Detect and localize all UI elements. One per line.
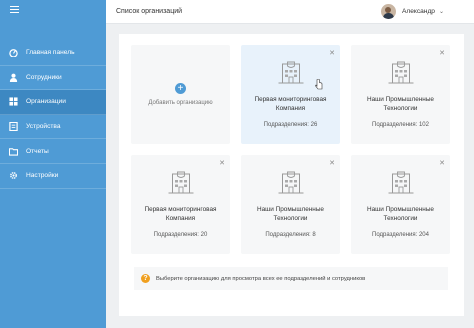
building-icon <box>278 171 303 194</box>
chevron-down-icon: ⌄ <box>438 9 444 15</box>
organizations-panel: + Добавить организацию ✕ Первая монитори… <box>119 34 464 316</box>
dashboard-icon <box>9 48 18 58</box>
sidebar-item-reports[interactable]: Отчеты <box>0 139 106 164</box>
user-name: Александр <box>401 8 435 15</box>
organization-name: Первая мониторинговая Компания <box>254 96 327 112</box>
organization-divisions: Подразделения: 102 <box>372 122 429 128</box>
organization-card[interactable]: ✕ Наши Промышленные Технологии Подраздел… <box>351 45 450 144</box>
top-bar: Список организаций Александр ⌄ <box>106 0 474 24</box>
organization-name: Первая мониторинговая Компания <box>144 206 217 222</box>
organization-divisions: Подразделения: 20 <box>153 232 208 238</box>
organization-card[interactable]: ✕ Наши Промышленные Технологии Подраздел… <box>241 155 340 254</box>
avatar <box>380 4 396 19</box>
close-icon[interactable]: ✕ <box>439 159 445 167</box>
sidebar-item-dashboard[interactable]: Главная панель <box>0 41 106 66</box>
question-icon: ? <box>141 274 150 283</box>
organization-divisions: Подразделения: 8 <box>265 232 316 238</box>
user-icon <box>9 73 18 82</box>
organization-divisions: Подразделения: 204 <box>372 232 429 238</box>
sidebar-item-organizations[interactable]: Организации <box>0 90 106 115</box>
sidebar-item-label: Отчеты <box>26 147 49 155</box>
add-organization-card[interactable]: + Добавить организацию <box>131 45 230 144</box>
hint-text: Выберите организацию для просмотра всех … <box>156 275 366 282</box>
sidebar-item-label: Настройки <box>26 172 59 180</box>
close-icon[interactable]: ✕ <box>439 49 445 57</box>
device-icon <box>9 122 18 132</box>
close-icon[interactable]: ✕ <box>219 159 225 167</box>
sidebar: Главная панель Сотрудники Организации Ус… <box>0 0 106 328</box>
building-icon <box>168 171 193 194</box>
close-icon[interactable]: ✕ <box>329 159 335 167</box>
building-icon <box>278 61 303 84</box>
page-title: Список организаций <box>116 8 183 15</box>
organization-card[interactable]: ✕ Первая мониторинговая Компания Подразд… <box>241 45 340 144</box>
folder-icon <box>9 147 18 156</box>
sidebar-item-label: Сотрудники <box>26 73 62 81</box>
sidebar-item-employees[interactable]: Сотрудники <box>0 66 106 91</box>
organization-card[interactable]: ✕ Наши Промышленные Технологии Подраздел… <box>351 155 450 254</box>
organization-name: Наши Промышленные Технологии <box>367 206 434 222</box>
organization-name: Наши Промышленные Технологии <box>257 206 324 222</box>
add-organization-label: Добавить организацию <box>148 100 213 106</box>
grid-icon <box>9 97 18 107</box>
sidebar-item-label: Организации <box>26 98 66 106</box>
building-icon <box>388 61 413 84</box>
hint-bar: ? Выберите организацию для просмотра все… <box>134 267 448 290</box>
plus-icon: + <box>175 83 186 94</box>
sidebar-item-settings[interactable]: Настройки <box>0 164 106 189</box>
cursor-icon <box>315 79 323 90</box>
close-icon[interactable]: ✕ <box>329 49 335 57</box>
sidebar-item-label: Главная панель <box>26 49 75 57</box>
menu-icon[interactable] <box>10 6 19 15</box>
organization-name: Наши Промышленные Технологии <box>367 96 434 112</box>
gear-icon <box>9 171 18 180</box>
sidebar-item-label: Устройства <box>26 123 61 131</box>
user-menu[interactable]: Александр ⌄ <box>380 4 444 19</box>
building-icon <box>388 171 413 194</box>
sidebar-nav: Главная панель Сотрудники Организации Ус… <box>0 41 106 189</box>
sidebar-item-devices[interactable]: Устройства <box>0 115 106 140</box>
organization-divisions: Подразделения: 26 <box>263 122 318 128</box>
organization-card[interactable]: ✕ Первая мониторинговая Компания Подразд… <box>131 155 230 254</box>
